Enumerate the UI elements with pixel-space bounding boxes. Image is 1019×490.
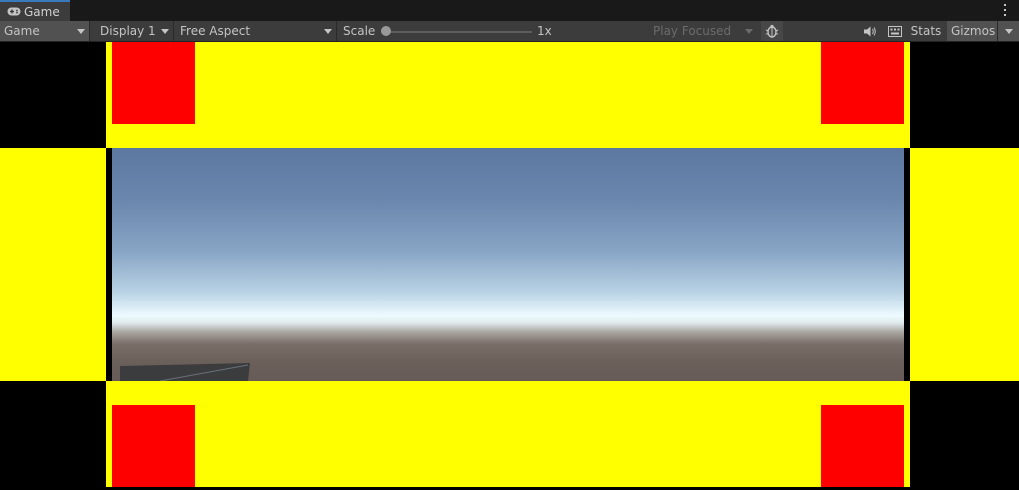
bottom-left-red-block	[112, 405, 195, 487]
top-right-red-block	[821, 42, 904, 124]
display-dropdown[interactable]: Display 1	[94, 21, 174, 41]
bottom-yellow-panel	[106, 381, 910, 487]
gizmos-dropdown[interactable]	[997, 21, 1019, 41]
game-viewport[interactable]	[0, 42, 1019, 490]
speaker-icon	[863, 26, 876, 36]
top-left-red-block	[112, 42, 195, 124]
more-options-icon[interactable]	[1004, 4, 1007, 16]
tab-label: Game	[24, 4, 60, 19]
tab-game[interactable]: Game	[0, 0, 70, 21]
left-yellow-panel	[0, 148, 106, 381]
bug-icon	[765, 24, 779, 38]
gamepad-icon	[7, 7, 21, 16]
gizmos-button[interactable]: Gizmos	[947, 21, 997, 41]
tab-strip: Game	[0, 0, 1019, 21]
scale-label-text: Scale	[343, 24, 376, 38]
scale-label: Scale	[343, 21, 375, 41]
bug-button[interactable]	[761, 21, 783, 41]
ground-object	[120, 363, 250, 381]
camera-render-sky	[112, 148, 904, 381]
stats-button[interactable]: Stats	[907, 21, 945, 41]
chevron-down-icon	[324, 29, 332, 34]
scale-slider-track[interactable]	[386, 31, 532, 33]
play-focused-dropdown[interactable]: Play Focused	[649, 21, 757, 41]
aspect-dropdown[interactable]: Free Aspect	[176, 21, 337, 41]
keyboard-icon	[888, 25, 902, 37]
game-toolbar: Game Display 1 Free Aspect Scale 1x Play…	[0, 21, 1019, 42]
chevron-down-icon	[1004, 28, 1013, 34]
display-dropdown-label: Display 1	[100, 24, 156, 38]
chevron-down-icon	[745, 29, 753, 34]
play-focused-label: Play Focused	[653, 24, 732, 38]
stats-label: Stats	[910, 24, 942, 38]
aspect-dropdown-label: Free Aspect	[180, 24, 251, 38]
right-yellow-panel	[910, 148, 1019, 381]
scale-value: 1x	[537, 21, 552, 41]
gizmos-label: Gizmos	[951, 24, 996, 38]
scale-value-text: 1x	[537, 24, 552, 38]
view-dropdown-label: Game	[4, 24, 40, 38]
audio-mute-button[interactable]	[860, 21, 880, 41]
view-dropdown[interactable]: Game	[0, 21, 90, 41]
chevron-down-icon	[161, 29, 169, 34]
chevron-down-icon	[77, 29, 85, 34]
scale-slider-thumb[interactable]	[381, 26, 391, 36]
top-yellow-panel	[106, 42, 910, 148]
keyboard-shortcuts-button[interactable]	[884, 21, 906, 41]
bottom-right-red-block	[821, 405, 904, 487]
